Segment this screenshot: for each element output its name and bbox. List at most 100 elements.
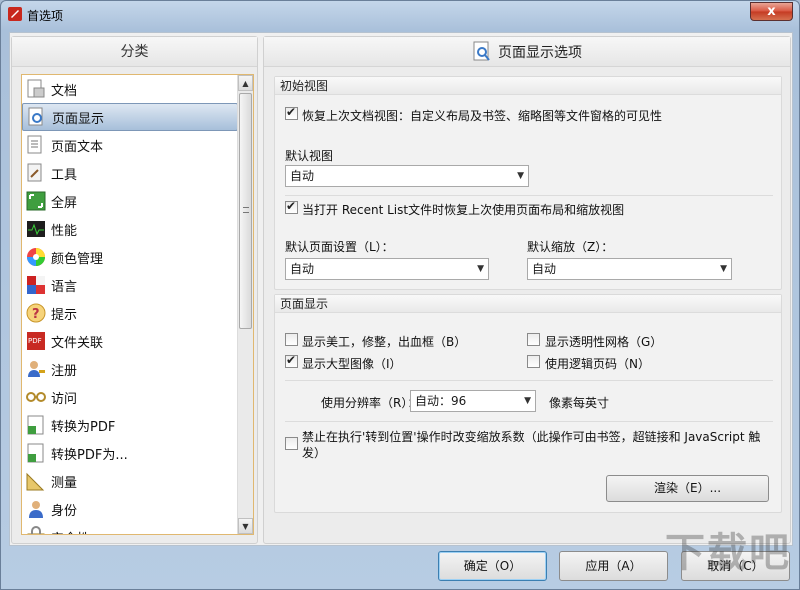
category-label: 全屏 — [51, 195, 78, 211]
category-label: 性能 — [51, 223, 78, 239]
ruler-icon — [26, 472, 45, 491]
dialog-body: 分类 文档 页面显示 页面文本 工具 全屏 性能 颜色管理 语言? 提示 PDF 文件关联 注册 访问转… — [9, 32, 793, 546]
category-item[interactable]: 全屏 — [22, 187, 238, 215]
language-icon — [27, 276, 45, 294]
category-label: 提示 — [51, 307, 78, 323]
category-label: 页面文本 — [51, 139, 104, 155]
category-label: 测量 — [51, 475, 78, 491]
identity-icon — [29, 501, 43, 518]
chevron-down-icon: ▼ — [524, 396, 531, 406]
default-view-select[interactable]: 自动 ▼ — [285, 165, 529, 187]
svg-text:PDF: PDF — [28, 337, 42, 345]
zoom-label: 默认缩放（Z）： — [527, 240, 614, 254]
logical-page-label: 使用逻辑页码（N） — [545, 357, 650, 371]
category-label: 安全性 — [51, 528, 90, 535]
fullscreen-icon — [26, 191, 46, 211]
category-item[interactable]: 页面文本 — [22, 131, 238, 159]
category-item[interactable]: 身份 — [22, 495, 238, 523]
convert-from-pdf-icon — [27, 443, 44, 463]
pdf-icon: PDF — [27, 332, 45, 350]
disable-zoom-label: 禁止在执行'转到位置'操作时改变缩放系数（此操作可由书签，超链接和 JavaSc… — [302, 430, 761, 460]
category-item[interactable]: 访问 — [22, 383, 238, 411]
apply-button[interactable]: 应用（A） — [559, 551, 668, 581]
art-trim-bleed-checkbox[interactable] — [285, 333, 298, 346]
page-display-title: 页面显示 — [275, 295, 781, 313]
restore-view-checkbox[interactable] — [285, 105, 298, 120]
category-label: 工具 — [51, 167, 78, 183]
default-view-label: 默认视图 — [285, 149, 334, 163]
initial-view-title: 初始视图 — [275, 77, 781, 95]
performance-icon — [27, 221, 45, 237]
logical-page-checkbox[interactable] — [527, 355, 540, 368]
chevron-down-icon: ▼ — [720, 264, 727, 274]
category-item[interactable]: 语言 — [22, 271, 238, 299]
recent-list-label: 当打开 Recent List文件时恢复上次使用页面布局和缩放视图 — [302, 203, 625, 217]
zoom-select[interactable]: 自动 ▼ — [527, 258, 732, 280]
category-panel: 分类 文档页面显示页面文本工具全屏性能颜色管理语言? 提示 PDF 文件关联注册访问转… — [11, 36, 258, 544]
category-label: 颜色管理 — [51, 251, 104, 267]
scroll-up-arrow[interactable]: ▲ — [238, 75, 253, 91]
initial-view-group: 初始视图 恢复上次文档视图：自定义布局及书签、缩略图等文件窗格的可见性 默认视图… — [274, 76, 782, 290]
category-label: 访问 — [51, 391, 78, 407]
category-item[interactable]: PDF 文件关联 — [22, 327, 238, 355]
category-list[interactable]: 文档页面显示页面文本工具全屏性能颜色管理语言? 提示 PDF 文件关联注册访问转换为P… — [21, 74, 254, 535]
large-images-checkbox[interactable] — [285, 353, 298, 368]
category-header: 分类 — [12, 37, 257, 67]
resolution-unit: 像素每英寸 — [549, 396, 610, 410]
category-label: 注册 — [51, 363, 78, 379]
category-item[interactable]: ? 提示 — [22, 299, 238, 327]
chevron-down-icon: ▼ — [477, 264, 484, 274]
category-item[interactable]: 页面显示 — [22, 103, 238, 131]
category-label: 转换PDF为... — [51, 447, 128, 463]
category-item[interactable]: 工具 — [22, 159, 238, 187]
ok-button[interactable]: 确定（O） — [438, 551, 547, 581]
category-item[interactable]: 颜色管理 — [22, 243, 238, 271]
convert-to-pdf-icon — [27, 415, 44, 435]
category-item[interactable]: 文档 — [22, 75, 238, 103]
transparency-grid-label: 显示透明性网格（G） — [545, 335, 663, 349]
page-setting-select[interactable]: 自动 ▼ — [285, 258, 489, 280]
category-item[interactable]: 注册 — [22, 355, 238, 383]
options-header: 页面显示选项 — [264, 37, 790, 67]
app-icon — [8, 7, 22, 21]
restore-view-label: 恢复上次文档视图：自定义布局及书签、缩略图等文件窗格的可见性 — [302, 109, 663, 123]
scroll-thumb[interactable] — [239, 93, 252, 329]
glasses-icon — [26, 392, 46, 402]
page-text-icon — [27, 135, 42, 154]
category-label: 转换为PDF — [51, 419, 116, 435]
question-icon: ? — [26, 303, 46, 323]
transparency-grid-checkbox[interactable] — [527, 333, 540, 346]
category-label: 文件关联 — [51, 335, 104, 351]
category-item[interactable]: 测量 — [22, 467, 238, 495]
art-trim-bleed-label: 显示美工，修整，出血框（B） — [302, 335, 467, 349]
resolution-label: 使用分辨率（R）： — [321, 396, 420, 410]
page-setting-label: 默认页面设置（L）： — [285, 240, 394, 254]
category-item[interactable]: 性能 — [22, 215, 238, 243]
resolution-select[interactable]: 自动：96 ▼ — [410, 390, 536, 412]
category-label: 页面显示 — [52, 111, 105, 127]
color-wheel-icon — [27, 248, 45, 266]
window-title: 首选项 — [27, 9, 64, 23]
category-label: 身份 — [51, 503, 78, 519]
scroll-down-arrow[interactable]: ▼ — [238, 518, 253, 534]
page-display-group: 页面显示 显示美工，修整，出血框（B） 显示透明性网格（G） 显示大型图像（I）… — [274, 294, 782, 513]
svg-text:?: ? — [32, 307, 40, 322]
document-icon — [27, 79, 45, 98]
category-scrollbar[interactable]: ▲ ▼ — [237, 75, 253, 534]
tools-icon — [27, 163, 42, 182]
category-label: 文档 — [51, 83, 78, 99]
options-panel: 页面显示选项 初始视图 恢复上次文档视图：自定义布局及书签、缩略图等文件窗格的可… — [263, 36, 791, 544]
category-item[interactable]: 安全性 — [22, 523, 238, 535]
recent-list-checkbox[interactable] — [285, 199, 298, 214]
user-key-icon — [28, 361, 45, 377]
category-item[interactable]: 转换PDF为... — [22, 439, 238, 467]
render-button[interactable]: 渲染（E）... — [606, 475, 769, 502]
security-icon — [27, 526, 45, 534]
close-button[interactable]: x — [750, 2, 793, 21]
options-title: 页面显示选项 — [498, 44, 582, 61]
page-display-icon — [473, 41, 490, 61]
page-display-icon — [28, 107, 43, 126]
disable-zoom-checkbox[interactable] — [285, 437, 298, 450]
chevron-down-icon: ▼ — [517, 171, 524, 181]
category-item[interactable]: 转换为PDF — [22, 411, 238, 439]
